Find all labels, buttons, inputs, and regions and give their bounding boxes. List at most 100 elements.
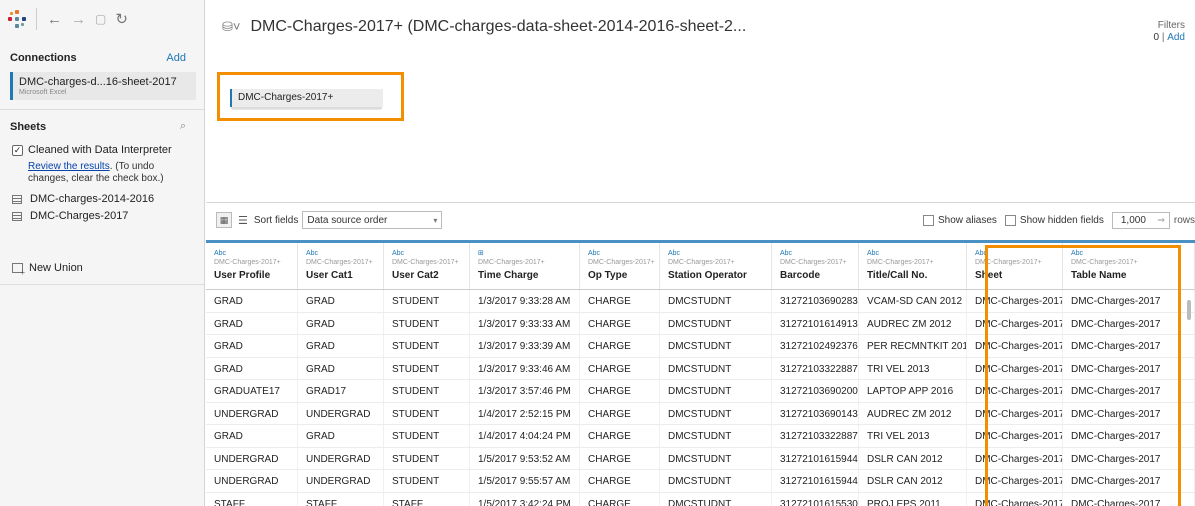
refresh-icon[interactable]: ↻: [115, 12, 128, 27]
table-cell: GRAD: [206, 425, 298, 447]
table-cell: CHARGE: [580, 402, 660, 424]
table-cell: DMCSTUDNT: [660, 357, 772, 379]
table-cell: DMC-Charges-2017: [967, 425, 1063, 447]
column-header[interactable]: Abc DMC-Charges-2017+ Op Type: [580, 243, 660, 289]
review-results-link[interactable]: Review the results: [28, 161, 110, 172]
arrow-right-icon[interactable]: ⇒: [1157, 215, 1165, 226]
grid-view-icon[interactable]: ▦: [216, 212, 232, 228]
canvas-table-chip[interactable]: DMC-Charges-2017+: [230, 89, 383, 107]
column-source: DMC-Charges-2017+: [668, 259, 735, 266]
table-cell: 31272102492376: [772, 335, 859, 357]
table-cell: UNDERGRAD: [298, 470, 384, 492]
section-divider: [0, 284, 204, 285]
save-icon[interactable]: ▢: [95, 13, 106, 25]
add-filter-link[interactable]: Add: [1167, 32, 1185, 43]
add-connection-link[interactable]: Add: [166, 52, 186, 64]
table-cell: STUDENT: [384, 312, 470, 334]
show-hidden-fields-checkbox[interactable]: [1004, 214, 1016, 226]
table-cell: GRAD: [298, 335, 384, 357]
rows-count-input[interactable]: 1,000 ⇒: [1111, 211, 1170, 229]
table-cell: 31272103690283: [772, 290, 859, 312]
sheet-label: DMC-charges-2014-2016: [30, 193, 155, 205]
filters-label: Filters: [1157, 20, 1185, 31]
table-cell: DMC-Charges-2017: [1063, 470, 1195, 492]
data-interpreter-checkbox[interactable]: ✓: [12, 144, 23, 156]
sheet-item-dmc-charges-2017[interactable]: DMC-Charges-2017: [12, 210, 204, 222]
sort-fields-select[interactable]: Data source order ▾: [302, 211, 443, 229]
list-view-icon[interactable]: ☰: [238, 214, 248, 227]
column-header[interactable]: Abc DMC-Charges-2017+ Title/Call No.: [859, 243, 967, 289]
table-cell: GRAD: [206, 312, 298, 334]
table-cell: DMC-Charges-2017: [967, 312, 1063, 334]
column-header[interactable]: Abc DMC-Charges-2017+ Station Operator: [660, 243, 772, 289]
column-type-icon[interactable]: Abc: [867, 249, 966, 258]
table-row: GRAD GRAD STUDENT 1/3/2017 9:33:46 AM CHARGE…: [206, 357, 1195, 380]
tableau-logo-icon[interactable]: [8, 10, 26, 28]
table-cell: DMCSTUDNT: [660, 402, 772, 424]
table-cell: 31272101615944: [772, 470, 859, 492]
table-row: GRADUATE17 GRAD17 STUDENT 1/3/2017 3:57:46 …: [206, 380, 1195, 403]
back-arrow-icon[interactable]: ←: [47, 12, 62, 27]
new-union-item[interactable]: New Union: [12, 262, 204, 277]
table-cell: 31272101614913: [772, 312, 859, 334]
table-cell: 31272101615944: [772, 447, 859, 469]
show-aliases-checkbox[interactable]: [923, 214, 934, 226]
table-row: GRAD GRAD STUDENT 1/3/2017 9:33:28 AM CHARGE…: [206, 290, 1195, 313]
column-header[interactable]: ⊞ DMC-Charges-2017+ Time Charge: [470, 243, 580, 289]
database-icon: ⛁˅: [222, 19, 241, 34]
column-type-icon[interactable]: Abc: [1071, 249, 1194, 258]
table-cell: STAFF: [206, 492, 298, 506]
connection-item[interactable]: DMC-charges-d...16-sheet-2017 Microsoft …: [10, 72, 196, 100]
column-source: DMC-Charges-2017+: [867, 259, 934, 266]
column-header[interactable]: Abc DMC-Charges-2017+ Sheet: [967, 243, 1063, 289]
data-grid: Abc DMC-Charges-2017+ User Profile Abc DMC-C…: [206, 240, 1195, 506]
column-type-icon[interactable]: Abc: [588, 249, 659, 258]
grid-header-row: Abc DMC-Charges-2017+ User Profile Abc DMC-C…: [206, 240, 1195, 290]
table-cell: 1/3/2017 3:57:46 PM: [470, 380, 580, 402]
main-area: ⛁˅ DMC-Charges-2017+ (DMC-charges-data-s…: [206, 0, 1195, 506]
sheet-label: DMC-Charges-2017: [30, 210, 129, 222]
data-source-title[interactable]: ⛁˅ DMC-Charges-2017+ (DMC-charges-data-s…: [222, 18, 746, 36]
show-hidden-fields-label: Show hidden fields: [1019, 214, 1104, 226]
column-type-icon[interactable]: Abc: [668, 249, 771, 258]
data-interpreter-checkbox-row[interactable]: ✓ Cleaned with Data Interpreter: [12, 144, 204, 156]
column-type-icon[interactable]: Abc: [214, 249, 297, 258]
column-type-icon[interactable]: Abc: [780, 249, 858, 258]
sheet-item-dmc-charges-2014-2016[interactable]: DMC-charges-2014-2016: [12, 193, 204, 205]
column-type-icon[interactable]: Abc: [392, 249, 469, 258]
column-header[interactable]: Abc DMC-Charges-2017+ Table Name: [1063, 243, 1195, 289]
search-icon[interactable]: ⌕: [180, 120, 186, 133]
column-header[interactable]: Abc DMC-Charges-2017+ Barcode: [772, 243, 859, 289]
table-cell: DMC-Charges-2017: [967, 492, 1063, 506]
column-name: Station Operator: [668, 270, 747, 281]
connection-name: DMC-charges-d...16-sheet-2017: [19, 76, 177, 88]
column-type-icon[interactable]: Abc: [306, 249, 383, 258]
sheets-title: Sheets: [10, 120, 47, 133]
column-type-icon[interactable]: Abc: [975, 249, 1062, 258]
vertical-scrollbar[interactable]: [1187, 300, 1191, 320]
table-cell: 31272101615530: [772, 492, 859, 506]
forward-arrow-icon[interactable]: →: [71, 12, 86, 27]
table-cell: DMCSTUDNT: [660, 312, 772, 334]
data-source-name: DMC-Charges-2017+ (DMC-charges-data-shee…: [250, 18, 747, 35]
toolbar-divider: [36, 8, 37, 30]
union-icon: [12, 263, 25, 277]
table-cell: STUDENT: [384, 290, 470, 312]
column-source: DMC-Charges-2017+: [588, 259, 655, 266]
column-header[interactable]: Abc DMC-Charges-2017+ User Cat2: [384, 243, 470, 289]
column-type-icon[interactable]: ⊞: [478, 249, 579, 258]
column-header[interactable]: Abc DMC-Charges-2017+ User Cat1: [298, 243, 384, 289]
canvas-divider[interactable]: [206, 202, 1195, 203]
column-source: DMC-Charges-2017+: [214, 259, 281, 266]
table-cell: CHARGE: [580, 312, 660, 334]
table-cell: DMCSTUDNT: [660, 447, 772, 469]
column-header[interactable]: Abc DMC-Charges-2017+ User Profile: [206, 243, 298, 289]
table-cell: DMCSTUDNT: [660, 470, 772, 492]
column-name: Op Type: [588, 270, 628, 281]
table-row: UNDERGRAD UNDERGRAD STUDENT 1/5/2017 9:55:5…: [206, 470, 1195, 493]
section-divider: [0, 109, 204, 110]
table-row: GRAD GRAD STUDENT 1/3/2017 9:33:33 AM CHARGE…: [206, 312, 1195, 335]
table-row: UNDERGRAD UNDERGRAD STUDENT 1/4/2017 2:52:1…: [206, 402, 1195, 425]
table-cell: CHARGE: [580, 357, 660, 379]
table-cell: 31272103690200: [772, 380, 859, 402]
